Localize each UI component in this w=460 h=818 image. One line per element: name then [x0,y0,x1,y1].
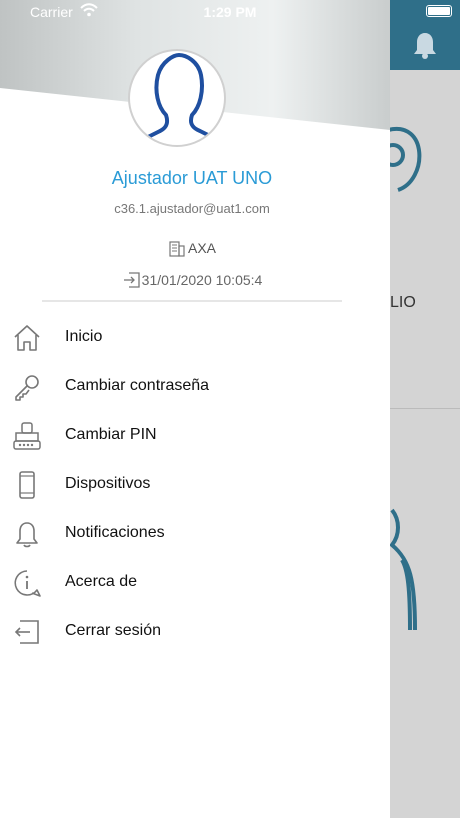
logout-icon [14,620,39,644]
background-partial-text: LIO [390,294,416,311]
menu-item-label: Notificaciones [65,524,165,541]
menu-item-cambiar-pin[interactable]: Cambiar PIN [0,411,390,460]
menu-item-label: Cambiar contraseña [65,377,210,394]
avatar[interactable] [128,49,226,147]
drawer-divider [42,300,342,302]
company-row: AXA [0,239,384,257]
menu-item-acerca-de[interactable]: Acerca de [0,558,390,607]
last-login-date: 31/01/2020 10:05:4 [141,272,263,288]
menu-item-notificaciones[interactable]: Notificaciones [0,509,390,558]
bell-icon [16,522,38,548]
status-time: 1:29 PM [203,4,257,20]
login-icon [123,272,140,288]
side-drawer: Ajustador UAT UNO c36.1.ajustador@uat1.c… [0,0,390,818]
key-icon [15,375,39,401]
menu-item-cerrar-sesion[interactable]: Cerrar sesión [0,607,390,656]
menu-item-label: Acerca de [65,573,138,590]
menu-item-label: Cambiar PIN [65,426,157,443]
last-login-row: 31/01/2020 10:05:4 [0,270,384,290]
drawer-menu: Inicio Cambiar contraseña Cambiar PIN Di… [0,313,390,656]
info-icon [14,570,41,597]
battery-icon [426,5,452,17]
menu-item-dispositivos[interactable]: Dispositivos [0,460,390,509]
user-name: Ajustador UAT UNO [111,168,273,188]
user-silhouette-icon [142,53,218,141]
building-icon [169,241,185,257]
status-bar: Carrier 1:29 PM [0,0,460,24]
menu-item-label: Cerrar sesión [65,622,162,639]
user-email: c36.1.ajustador@uat1.com [114,201,270,216]
menu-item-cambiar-contrasena[interactable]: Cambiar contraseña [0,362,390,411]
pin-icon [13,422,41,450]
home-icon [14,325,40,351]
bell-icon[interactable] [412,30,438,60]
menu-item-label: Inicio [65,328,103,345]
menu-item-inicio[interactable]: Inicio [0,313,390,362]
menu-item-label: Dispositivos [65,475,151,492]
phone-icon [19,471,35,499]
company-name: AXA [187,240,216,256]
background-divider [390,408,460,409]
